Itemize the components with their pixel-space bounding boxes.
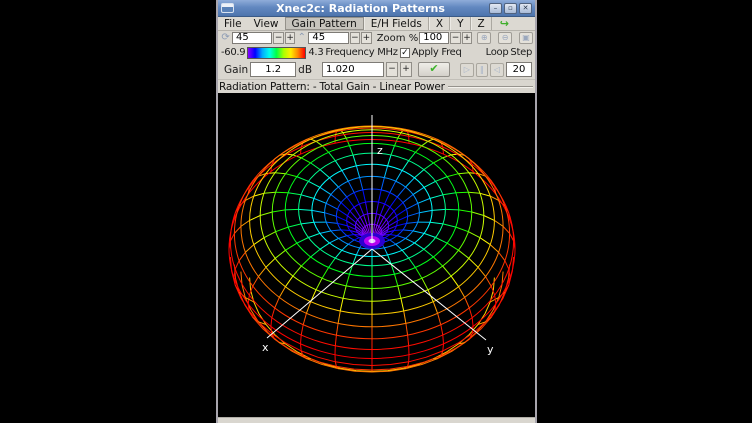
window-title: Xnec2c: Radiation Patterns (234, 1, 487, 16)
gain-label: Gain (224, 64, 248, 76)
zoom-reset-button[interactable]: ▣ (519, 32, 533, 44)
maximize-button[interactable]: ▫ (504, 3, 517, 14)
button-z-view[interactable]: Z (471, 17, 492, 30)
incline-icon[interactable]: ⌃ (296, 32, 307, 44)
window-bottom-border (218, 417, 535, 423)
svg-text:z: z (377, 144, 383, 157)
incline-plus-button[interactable]: + (361, 32, 372, 44)
radiation-pattern-plot: x y z (218, 93, 535, 417)
apply-freq-label: Apply Freq (412, 47, 462, 58)
frequency-plus-button[interactable]: + (400, 62, 412, 77)
step-label: Step (510, 47, 532, 58)
zoom-out-button[interactable]: ⊖ (498, 32, 512, 44)
menubar: File View Gain Pattern E/H Fields X Y Z … (218, 17, 535, 31)
frequency-minus-button[interactable]: − (386, 62, 398, 77)
step-value-field[interactable]: 20 (506, 62, 532, 77)
minimize-button[interactable]: – (489, 3, 502, 14)
window-icon (221, 3, 234, 13)
zoom-plus-button[interactable]: + (462, 32, 473, 44)
frequency-spinner-input[interactable]: 1.020 (322, 62, 384, 77)
svg-text:y: y (487, 343, 494, 356)
frame-label-row: Radiation Pattern: - Total Gain - Linear… (218, 80, 535, 93)
view-toolbar: ⟳ 45 − + ⌃ 45 − + Zoom % 100 − + ⊕ ⊖ ▣ (218, 31, 535, 45)
db-unit-label: dB (298, 64, 312, 76)
zoom-in-button[interactable]: ⊕ (477, 32, 491, 44)
incline-spinner-input[interactable]: 45 (308, 32, 348, 44)
titlebar[interactable]: Xnec2c: Radiation Patterns – ▫ ✕ (218, 0, 535, 17)
plot-frame-title: Radiation Pattern: - Total Gain - Linear… (219, 81, 445, 93)
rotate-spinner-input[interactable]: 45 (232, 32, 272, 44)
apply-frequency-button[interactable]: ✔ (418, 62, 450, 77)
zoom-minus-button[interactable]: − (450, 32, 461, 44)
gain-colorbar (247, 47, 306, 59)
svg-text:x: x (262, 341, 269, 354)
rotate-minus-button[interactable]: − (273, 32, 284, 44)
radiation-pattern-canvas[interactable]: x y z (218, 93, 535, 417)
gain-scale-min: -60.9 (221, 47, 245, 58)
frame-separator-line (448, 86, 533, 88)
zoom-label: Zoom % (377, 33, 419, 44)
rotate-icon[interactable]: ⟳ (220, 32, 231, 44)
loop-label: Loop (486, 47, 509, 58)
button-y-view[interactable]: Y (450, 17, 470, 30)
tab-eh-fields[interactable]: E/H Fields (364, 17, 429, 30)
gain-scale-max: 4.3 (308, 47, 323, 58)
loop-rewind-button[interactable]: ◁ (490, 63, 504, 77)
menu-file[interactable]: File (218, 17, 248, 30)
button-x-view[interactable]: X (429, 17, 450, 30)
zoom-spinner-input[interactable]: 100 (419, 32, 449, 44)
loop-pause-button[interactable]: ‖ (476, 63, 488, 77)
app-window: Xnec2c: Radiation Patterns – ▫ ✕ File Vi… (216, 0, 537, 423)
loop-play-button[interactable]: ▷ (460, 63, 474, 77)
menu-view[interactable]: View (248, 17, 285, 30)
redraw-icon[interactable]: ↪ (492, 17, 517, 30)
gain-value-field[interactable]: 1.2 (250, 62, 296, 77)
gain-toolbar: Gain 1.2 dB 1.020 − + ✔ ▷ ‖ ◁ 20 (218, 60, 535, 80)
apply-freq-checkbox[interactable]: ✓ (400, 48, 410, 58)
incline-minus-button[interactable]: − (350, 32, 361, 44)
scale-toolbar: -60.9 4.3 Frequency MHz ✓ Apply Freq Loo… (218, 45, 535, 60)
tab-gain-pattern[interactable]: Gain Pattern (285, 17, 364, 30)
frequency-label: Frequency MHz (325, 47, 397, 58)
close-button[interactable]: ✕ (519, 3, 532, 14)
rotate-plus-button[interactable]: + (285, 32, 296, 44)
